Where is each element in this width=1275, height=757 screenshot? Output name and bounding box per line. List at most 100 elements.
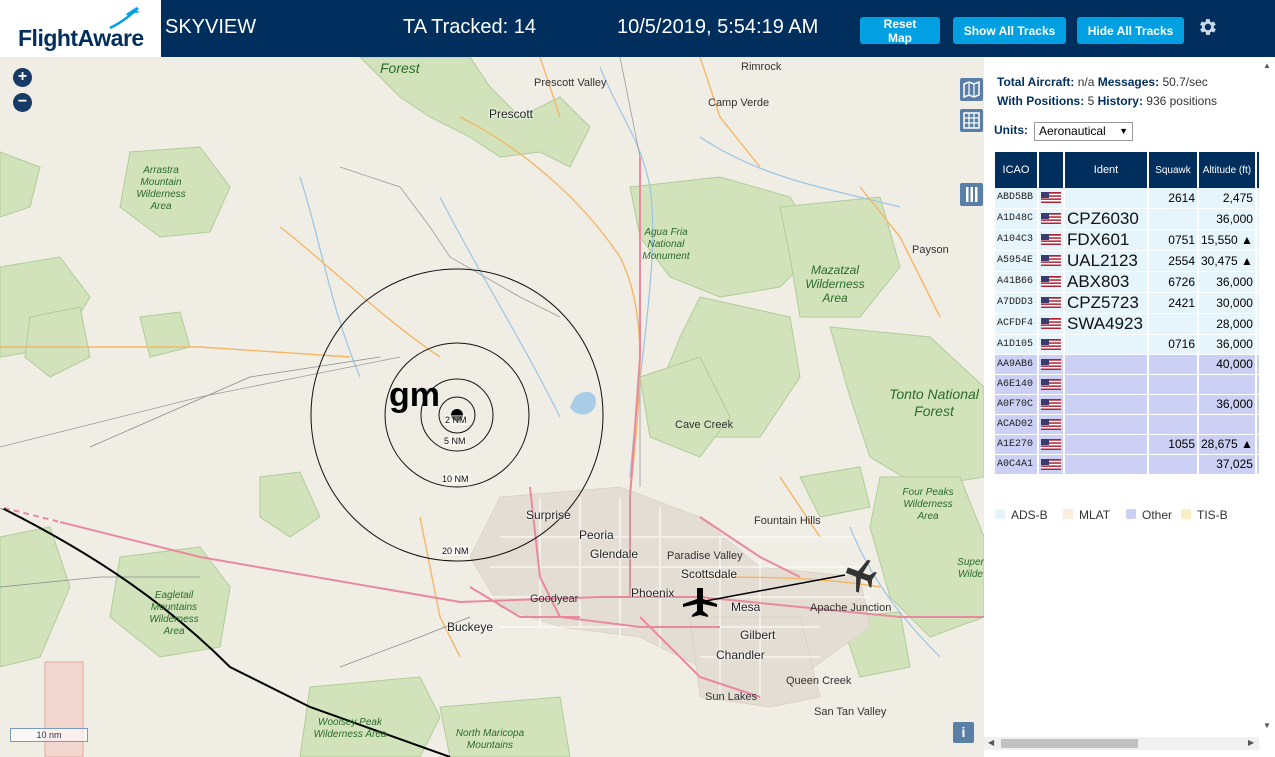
cell-ident xyxy=(1064,454,1149,475)
map-label-surprise: Surprise xyxy=(526,508,571,522)
stats-row-2: With Positions: 5 History: 936 positions xyxy=(997,94,1217,108)
col-header-flag[interactable] xyxy=(1038,152,1065,188)
receiver-label: gm xyxy=(389,376,440,414)
us-flag-icon xyxy=(1041,234,1061,246)
map-background xyxy=(0,57,984,757)
gear-icon[interactable] xyxy=(1196,16,1218,38)
map-label-queen-creek: Queen Creek xyxy=(786,675,852,687)
info-button[interactable]: i xyxy=(953,722,974,743)
table-row[interactable]: A41B66 ABX803 6726 36,000 xyxy=(995,271,1263,293)
map-label-arrastra: Arrastra Mountain Wilderness Area xyxy=(136,165,186,212)
scroll-right-icon[interactable]: ▶ xyxy=(1248,738,1254,747)
cell-flag xyxy=(1038,454,1065,475)
cell-icao: A0F70C xyxy=(995,394,1039,415)
cell-altitude: 40,000 xyxy=(1198,354,1257,375)
table-row[interactable]: ACFDF4 SWA4923 28,000 xyxy=(995,313,1263,335)
legend-swatch xyxy=(1063,509,1073,519)
reset-map-button[interactable]: Reset Map xyxy=(860,17,940,45)
cell-icao: A1D105 xyxy=(995,334,1039,355)
map-label-agua-fria: Agua Fria National Monument xyxy=(642,227,690,262)
table-header-row: ICAO Ident Squawk Altitude (ft) xyxy=(995,152,1263,188)
us-flag-icon xyxy=(1041,192,1061,204)
cell-flag xyxy=(1038,434,1065,455)
cell-altitude: 36,000 xyxy=(1198,394,1257,415)
history-label: History: xyxy=(1097,94,1143,108)
legend-swatch xyxy=(1181,509,1191,519)
zoom-in-button[interactable]: + xyxy=(13,68,32,87)
horizontal-scrollbar[interactable]: ◀ ▶ xyxy=(984,737,1259,750)
cell-altitude: 37,025 xyxy=(1198,454,1257,475)
with-positions-value: 5 xyxy=(1087,94,1095,108)
map-canvas[interactable]: Forest Rimrock Prescott Valley Camp Verd… xyxy=(0,57,984,757)
us-flag-icon xyxy=(1041,255,1061,267)
cell-flag xyxy=(1038,292,1065,314)
table-row[interactable]: A0C4A1 37,025 xyxy=(995,454,1263,475)
us-flag-icon xyxy=(1041,458,1061,470)
us-flag-icon xyxy=(1041,378,1061,390)
show-all-tracks-button[interactable]: Show All Tracks xyxy=(953,17,1066,44)
table-row[interactable]: A5954E UAL2123 2554 30,475 ▲ xyxy=(995,250,1263,272)
map-layers-button[interactable] xyxy=(960,78,983,101)
col-header-icao[interactable]: ICAO xyxy=(995,152,1039,188)
legend-label: Other xyxy=(1142,508,1173,522)
cell-icao: A5954E xyxy=(995,250,1039,272)
cell-ident: FDX601 xyxy=(1064,229,1149,251)
cell-altitude: 36,000 xyxy=(1198,271,1257,293)
range-ring-10nm-label: 10 NM xyxy=(442,474,469,484)
cell-flag xyxy=(1038,334,1065,355)
cell-icao: AA9AB6 xyxy=(995,354,1039,375)
columns-toggle-button[interactable] xyxy=(960,183,983,206)
table-row[interactable]: ABD5BB 2614 2,475 xyxy=(995,188,1263,209)
table-row[interactable]: A7DDD3 CPZ5723 2421 30,000 xyxy=(995,292,1263,314)
map-label-buckeye: Buckeye xyxy=(447,620,494,634)
table-row[interactable]: AA9AB6 40,000 xyxy=(995,354,1263,375)
cell-altitude: 36,000 xyxy=(1198,208,1257,230)
table-row[interactable]: A0F70C 36,000 xyxy=(995,394,1263,415)
us-flag-icon xyxy=(1041,213,1061,225)
skyview-app: FlightAware SKYVIEW TA Tracked: 14 10/5/… xyxy=(0,0,1275,757)
cell-flag xyxy=(1038,414,1065,435)
zoom-out-button[interactable]: − xyxy=(13,93,32,112)
scroll-down-icon[interactable]: ▼ xyxy=(1263,721,1271,730)
table-row[interactable]: A1D48C CPZ6030 36,000 xyxy=(995,208,1263,230)
with-positions-label: With Positions: xyxy=(997,94,1085,108)
col-header-altitude[interactable]: Altitude (ft) xyxy=(1198,152,1257,188)
vertical-scrollbar[interactable]: ▲ ▼ xyxy=(1259,57,1275,737)
units-select[interactable]: Aeronautical ▼ xyxy=(1034,122,1133,141)
cell-squawk: 6726 xyxy=(1148,271,1199,293)
stats-row-1: Total Aircraft: n/a Messages: 50.7/sec xyxy=(997,75,1208,89)
scroll-up-icon[interactable]: ▲ xyxy=(1263,61,1271,70)
table-row[interactable]: A1D105 0716 36,000 xyxy=(995,334,1263,355)
scroll-thumb[interactable] xyxy=(1001,739,1138,748)
cell-flag xyxy=(1038,229,1065,251)
cell-flag xyxy=(1038,394,1065,415)
cell-flag xyxy=(1038,354,1065,375)
col-header-squawk[interactable]: Squawk xyxy=(1148,152,1199,188)
map-label-phoenix: Phoenix xyxy=(631,586,675,600)
cell-icao: A1E270 xyxy=(995,434,1039,455)
aircraft-sidebar: Total Aircraft: n/a Messages: 50.7/sec W… xyxy=(984,57,1275,757)
cell-altitude: 30,000 xyxy=(1198,292,1257,314)
header-bar: FlightAware SKYVIEW TA Tracked: 14 10/5/… xyxy=(0,0,1275,57)
range-ring-20nm-label: 20 NM xyxy=(442,546,469,556)
legend-label: ADS-B xyxy=(1011,508,1048,522)
table-row[interactable]: ACAD02 xyxy=(995,414,1263,435)
current-datetime: 10/5/2019, 5:54:19 AM xyxy=(617,16,819,38)
logo-text: FlightAware xyxy=(18,25,144,51)
table-row[interactable]: A104C3 FDX601 0751 15,550 ▲ xyxy=(995,229,1263,251)
map-label-north-maricopa: North Maricopa Mountains xyxy=(455,728,525,751)
map-label-paradise-valley: Paradise Valley xyxy=(667,550,743,562)
scroll-left-icon[interactable]: ◀ xyxy=(988,738,994,747)
map-label-san-tan-valley: San Tan Valley xyxy=(814,706,887,718)
cell-flag xyxy=(1038,250,1065,272)
table-row[interactable]: A6E140 xyxy=(995,374,1263,395)
grid-toggle-button[interactable] xyxy=(960,109,983,132)
dropdown-arrow-icon: ▼ xyxy=(1119,126,1128,136)
flightaware-logo[interactable]: FlightAware xyxy=(0,0,161,57)
cell-icao: A6E140 xyxy=(995,374,1039,395)
us-flag-icon xyxy=(1041,276,1061,288)
hide-all-tracks-button[interactable]: Hide All Tracks xyxy=(1077,17,1184,44)
table-row[interactable]: A1E270 1055 28,675 ▲ xyxy=(995,434,1263,455)
cell-squawk: 0751 xyxy=(1148,229,1199,251)
col-header-ident[interactable]: Ident xyxy=(1064,152,1149,188)
